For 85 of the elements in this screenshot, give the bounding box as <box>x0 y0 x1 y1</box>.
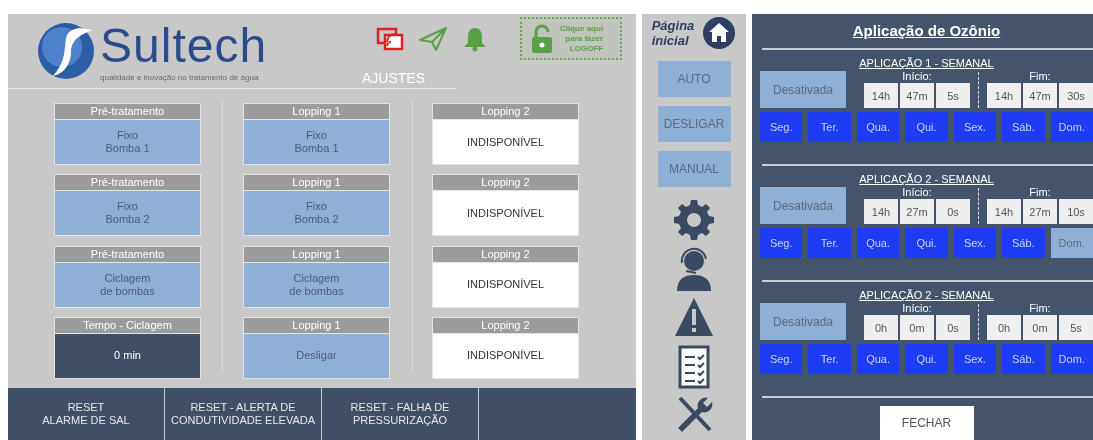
time-field[interactable]: 27m <box>1023 199 1057 224</box>
time-label: Início: <box>902 186 932 199</box>
time-field[interactable]: 27m <box>900 199 934 224</box>
section-heading: APLICAÇÃO 2 - SEMANAL <box>858 173 995 185</box>
day-toggle[interactable]: Qua. <box>856 112 900 142</box>
day-toggle[interactable]: Ter. <box>808 228 851 258</box>
card-label: Lopping 2 <box>433 317 578 334</box>
day-toggle[interactable]: Ter. <box>808 344 851 374</box>
card-label: Lopping 2 <box>433 104 578 120</box>
value-button[interactable]: Fixo Bomba 1 <box>55 120 200 164</box>
value-button[interactable]: Fixo Bomba 2 <box>55 191 200 236</box>
section-heading: APLICAÇÃO 1 - SEMANAL <box>858 57 995 69</box>
section-heading: APLICAÇÃO 2 - SEMANAL <box>858 289 995 301</box>
time-field[interactable]: 0h <box>987 315 1021 340</box>
time-field[interactable]: 14h <box>987 83 1021 108</box>
card-label: Lopping 1 <box>244 175 389 192</box>
time-field[interactable]: 47m <box>1023 83 1057 108</box>
day-toggle[interactable]: Seg. <box>760 228 803 258</box>
headset-person-icon[interactable] <box>674 246 714 291</box>
card-label: Lopping 2 <box>433 175 578 192</box>
mode-button[interactable]: AUTO <box>657 61 731 97</box>
time-label: Fim: <box>1029 70 1051 83</box>
day-toggle[interactable]: Sex. <box>953 344 997 374</box>
time-label: Início: <box>902 70 932 83</box>
card-label: Tempo - Ciclagem <box>55 317 200 334</box>
time-field[interactable]: 10s <box>1059 199 1093 224</box>
card-label: Lopping 2 <box>433 246 578 263</box>
day-toggle[interactable]: Qui. <box>905 344 948 374</box>
time-field[interactable]: 14h <box>864 199 898 224</box>
card-label: Lopping 1 <box>244 246 389 263</box>
close-button[interactable]: FECHAR <box>879 406 974 440</box>
status-field: INDISPONÍVEL <box>433 191 578 236</box>
logoff-text: Clique aqui para fazer LOGOFF <box>560 23 604 54</box>
day-toggle[interactable]: Dom. <box>1050 112 1093 142</box>
screen-signal-icon[interactable] <box>376 25 404 52</box>
day-toggle[interactable]: Sáb. <box>1002 112 1045 142</box>
day-toggle[interactable]: Sáb. <box>1002 228 1045 258</box>
time-field[interactable]: 0h <box>864 315 898 340</box>
day-toggle[interactable]: Dom. <box>1050 228 1093 258</box>
gear-icon[interactable] <box>674 198 714 243</box>
value-button[interactable]: Ciclagem de bombas <box>55 262 200 307</box>
value-button[interactable]: Ciclagem de bombas <box>244 262 389 307</box>
time-field[interactable]: 0m <box>900 315 934 340</box>
time-field[interactable]: 0s <box>936 315 970 340</box>
dialog-title: Aplicação de Ozônio <box>851 21 1002 41</box>
day-toggle[interactable]: Seg. <box>760 344 803 374</box>
day-toggle[interactable]: Sex. <box>953 112 997 142</box>
time-label: Fim: <box>1029 186 1051 199</box>
time-label: Fim: <box>1029 302 1051 315</box>
card-label: Pré-tratamento <box>55 104 200 120</box>
day-toggle[interactable]: Qua. <box>856 344 900 374</box>
home-link[interactable]: Página inicial <box>651 18 695 48</box>
value-button[interactable]: Fixo Bomba 1 <box>244 120 389 164</box>
tagline: qualidade e inovação no tratamento de água <box>100 73 260 82</box>
status-field: INDISPONÍVEL <box>433 262 578 307</box>
status-field: INDISPONÍVEL <box>433 120 578 164</box>
value-button[interactable]: Fixo Bomba 2 <box>244 191 389 236</box>
time-field[interactable]: 5s <box>936 83 970 108</box>
time-field[interactable]: 30s <box>1059 83 1093 108</box>
card-label: Lopping 1 <box>244 317 389 334</box>
card-label: Lopping 1 <box>244 104 389 120</box>
card-label: Pré-tratamento <box>55 175 200 192</box>
padlock-icon <box>530 23 554 54</box>
day-toggle[interactable]: Dom. <box>1050 344 1093 374</box>
time-field[interactable]: 14h <box>987 199 1021 224</box>
day-toggle[interactable]: Ter. <box>808 112 851 142</box>
time-field[interactable]: 47m <box>900 83 934 108</box>
day-toggle[interactable]: Sex. <box>953 228 997 258</box>
logo-icon <box>35 22 97 80</box>
day-toggle[interactable]: Qui. <box>905 228 948 258</box>
day-toggle[interactable]: Qua. <box>856 228 900 258</box>
logo-text: Sultech <box>100 22 268 70</box>
value-button[interactable]: 0 min <box>55 333 200 378</box>
day-toggle[interactable]: Seg. <box>760 112 803 142</box>
value-button[interactable]: Desligar <box>244 333 389 378</box>
time-field[interactable]: 0m <box>1023 315 1057 340</box>
time-field[interactable]: 0s <box>936 199 970 224</box>
time-label: Início: <box>902 302 932 315</box>
day-toggle[interactable]: Sáb. <box>1002 344 1045 374</box>
time-field[interactable]: 14h <box>864 83 898 108</box>
card-label: Pré-tratamento <box>55 246 200 263</box>
time-field[interactable]: 5s <box>1059 315 1093 340</box>
home-icon[interactable] <box>702 16 737 50</box>
status-field: INDISPONÍVEL <box>433 333 578 378</box>
day-toggle[interactable]: Qui. <box>905 112 948 142</box>
